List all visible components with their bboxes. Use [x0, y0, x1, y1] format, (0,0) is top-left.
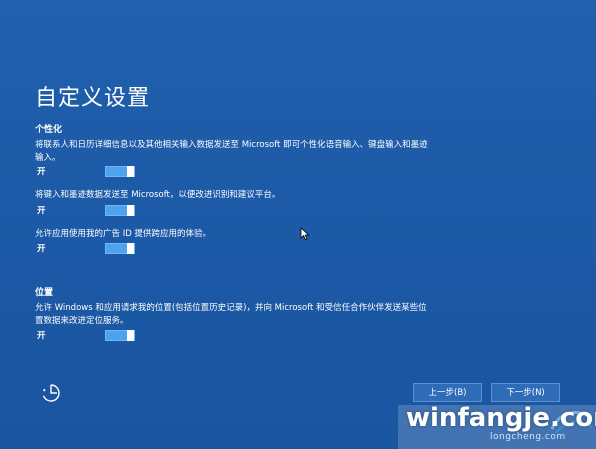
toggle-state-label: 开 [37, 206, 46, 216]
personalization-heading: 个性化 [35, 125, 63, 135]
toggle-state-label: 开 [37, 331, 46, 341]
toggle-row-advertising-id: 开 [35, 243, 145, 255]
toggle-speech-inking[interactable] [105, 166, 135, 177]
setting-description-location: 允许 Windows 和应用请求我的位置(包括位置历史记录)，并向 Micros… [35, 303, 427, 326]
setting-description-advertising-id: 允许应用使用我的广告 ID 提供跨应用的体验。 [35, 229, 211, 239]
toggle-knob [127, 166, 134, 177]
page-title: 自定义设置 [35, 86, 151, 111]
toggle-location[interactable] [105, 330, 135, 341]
toggle-state-label: 开 [37, 167, 46, 177]
watermark-text: winfangje.com [406, 403, 596, 433]
mouse-cursor-icon [300, 226, 310, 241]
toggle-row-speech-inking: 开 [35, 166, 145, 178]
toggle-knob [127, 330, 134, 341]
setting-description-speech-inking: 将联系人和日历详细信息以及其他相关输入数据发送至 Microsoft 即可个性化… [35, 140, 428, 163]
watermark: winfangje.com longcheng.com [398, 403, 596, 449]
ease-of-access-icon[interactable] [40, 382, 62, 404]
watermark-subtext: longcheng.com [490, 432, 566, 442]
back-button[interactable]: 上一步(B) [413, 383, 482, 402]
toggle-state-label: 开 [37, 244, 46, 254]
toggle-knob [127, 205, 134, 216]
next-button[interactable]: 下一步(N) [491, 383, 560, 402]
toggle-knob [127, 243, 134, 254]
oobe-screen: 自定义设置 个性化 将联系人和日历详细信息以及其他相关输入数据发送至 Micro… [0, 0, 596, 449]
location-heading: 位置 [35, 288, 54, 298]
toggle-advertising-id[interactable] [105, 243, 135, 254]
toggle-typing-data[interactable] [105, 205, 135, 216]
setting-description-typing-data: 将键入和墨迹数据发送至 Microsoft，以便改进识别和建议平台。 [35, 190, 281, 200]
toggle-row-location: 开 [35, 330, 145, 342]
toggle-row-typing-data: 开 [35, 205, 145, 217]
